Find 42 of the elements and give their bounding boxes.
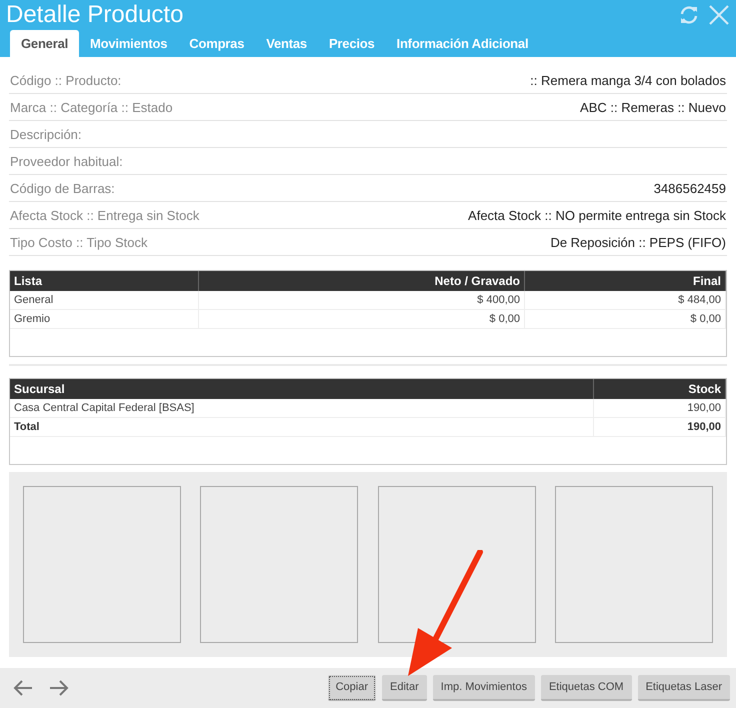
table-cell: Gremio [10, 310, 199, 329]
close-icon[interactable] [708, 4, 730, 26]
field-value: Afecta Stock :: NO permite entrega sin Stock [468, 208, 726, 222]
field-label: Descripción: [10, 126, 82, 142]
field-value: 3486562459 [654, 180, 726, 196]
image-placeholder[interactable] [554, 486, 713, 643]
column-header[interactable]: Stock [594, 379, 726, 399]
refresh-icon[interactable] [678, 4, 700, 26]
field-value: :: Remera manga 3/4 con bolados [530, 72, 726, 88]
image-placeholder[interactable] [378, 486, 536, 643]
field-label: Código de Barras: [10, 180, 115, 196]
column-header[interactable]: Sucursal [10, 379, 594, 399]
tab[interactable]: General [10, 30, 80, 57]
button[interactable]: Copiar [328, 675, 376, 701]
button[interactable]: Etiquetas Laser [638, 675, 730, 701]
field-label: Marca :: Categoría :: Estado [10, 100, 173, 114]
table-cell: $ 0,00 [199, 310, 525, 329]
table-cell: 190,00 [594, 418, 726, 437]
image-placeholder[interactable] [23, 486, 181, 643]
table-cell: $ 484,00 [525, 291, 726, 310]
field-value: ABC :: Remeras :: Nuevo [580, 100, 726, 114]
back-arrow-icon[interactable] [12, 679, 34, 697]
button[interactable]: Etiquetas COM [540, 675, 632, 701]
field-label: Afecta Stock :: Entrega sin Stock [10, 208, 200, 222]
window-title: Detalle Producto [6, 0, 184, 29]
table-cell: General [10, 291, 199, 310]
column-header[interactable]: Lista [10, 271, 199, 291]
column-header[interactable]: Final [525, 271, 726, 291]
field-label: Proveedor habitual: [10, 154, 123, 168]
table-cell: $ 400,00 [199, 291, 525, 310]
field-label: Código :: Producto: [10, 72, 122, 88]
forward-arrow-icon[interactable] [48, 679, 70, 697]
table-cell: Casa Central Capital Federal [BSAS] [10, 399, 594, 418]
table-cell: Total [10, 418, 594, 437]
button[interactable]: Imp. Movimientos [432, 675, 535, 701]
button[interactable]: Editar [382, 675, 427, 701]
table-cell: 190,00 [594, 399, 726, 418]
table-cell: $ 0,00 [525, 310, 726, 329]
field-value: De Reposición :: PEPS (FIFO) [550, 234, 726, 250]
image-placeholder[interactable] [200, 486, 358, 643]
field-label: Tipo Costo :: Tipo Stock [10, 234, 148, 250]
column-header[interactable]: Neto / Gravado [199, 271, 525, 291]
